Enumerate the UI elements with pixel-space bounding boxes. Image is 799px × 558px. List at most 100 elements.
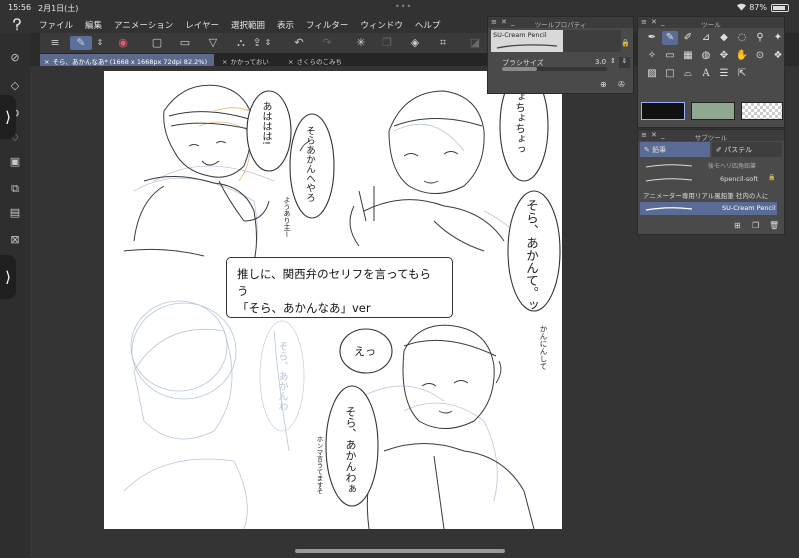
- status-bar: 15:56 2月1日(土) ••• 87%: [0, 0, 799, 16]
- menu-view[interactable]: 表示: [277, 19, 294, 31]
- menu-file[interactable]: ファイル: [39, 19, 73, 31]
- edit-mode-icon[interactable]: ✎: [70, 36, 92, 50]
- subtool-tab-pastel[interactable]: ✐ パステル: [712, 142, 782, 157]
- main-color-swatch[interactable]: [641, 102, 685, 120]
- magic-wand-tool-icon[interactable]: ✦: [770, 31, 786, 45]
- record-icon[interactable]: ◉: [116, 36, 130, 50]
- tool-panel: ≡ ✕ _ ツール ✒ ✎ ✐ ⊿ ◆ ◌ ⚲ ✦ ✧ ▭ ▦ ◍ ✥ ✋ ⊙ …: [637, 16, 785, 128]
- delete-subtool-icon[interactable]: 🗑: [769, 221, 779, 230]
- expand-left-panel-2-icon[interactable]: ⟩: [0, 255, 16, 299]
- subtool-item-selected[interactable]: SU-Cream Pencil: [640, 202, 777, 215]
- mode-chevron-icon[interactable]: ⇕: [96, 36, 104, 50]
- menu-window[interactable]: ウィンドウ: [360, 19, 403, 31]
- new-file-icon[interactable]: ▢: [150, 36, 164, 50]
- undo-icon[interactable]: ↶: [292, 36, 306, 50]
- wifi-icon: [736, 2, 747, 13]
- download-icon[interactable]: ⇓: [619, 57, 630, 68]
- small-note-text: ホンマ言うてますそ: [315, 436, 323, 495]
- ruler-tool-icon[interactable]: ⌓: [680, 67, 696, 81]
- menu-selection[interactable]: 選択範囲: [231, 19, 265, 31]
- spinner-icon[interactable]: ✳: [354, 36, 368, 50]
- brush-preview-extension: [563, 30, 621, 52]
- material-icon[interactable]: ⧉: [7, 181, 23, 197]
- crop-icon[interactable]: ⌗: [436, 36, 450, 50]
- lock-icon[interactable]: 🔒: [621, 39, 630, 47]
- subtool-item-label: 6pencil-soft: [720, 175, 758, 183]
- subtool-item[interactable]: アニメーター専用リアル風鉛筆 社内の人に: [640, 188, 777, 201]
- close-panel-icon[interactable]: ⊠: [7, 232, 23, 248]
- stroke-preview: [645, 207, 693, 211]
- home-indicator[interactable]: [295, 549, 505, 553]
- cloud-save-icon[interactable]: ⛬: [234, 36, 248, 50]
- app-window: 15:56 2月1日(土) ••• 87% ファイル 編集 アニメーション レイ…: [0, 0, 799, 558]
- bubble-text-sora-top: そらあかんへやろ: [304, 126, 315, 202]
- open-folder-icon[interactable]: ▭: [178, 36, 192, 50]
- move-tool-icon[interactable]: ✥: [716, 49, 732, 63]
- eyedropper-tool-icon[interactable]: ⚲: [752, 31, 768, 45]
- copy-subtool-icon[interactable]: ❐: [752, 221, 759, 230]
- menu-help[interactable]: ヘルプ: [415, 19, 441, 31]
- grid-tool-icon[interactable]: ▦: [680, 49, 696, 63]
- property-icon[interactable]: ▤: [7, 205, 23, 221]
- sub-color-swatch[interactable]: [691, 102, 735, 120]
- eraser-tool-icon[interactable]: ◆: [716, 31, 732, 45]
- airbrush-tool-icon[interactable]: ⊿: [698, 31, 714, 45]
- tab-current-document[interactable]: × そら、あかんなあ* (1668 x 1668px 72dpi 82.2%): [40, 54, 214, 66]
- correction-tool-icon[interactable]: ⇱: [734, 67, 750, 81]
- transparent-color-swatch[interactable]: [741, 102, 783, 120]
- brush-size-stepper-icon[interactable]: ⇕: [610, 57, 616, 65]
- subtool-item-label: アニメーター専用リアル風鉛筆 社内の人に: [643, 192, 769, 200]
- side-note-text: ようあり主ー: [283, 196, 291, 238]
- pattern-tool-icon[interactable]: ❖: [770, 49, 786, 63]
- tab-close-icon[interactable]: ×: [288, 58, 293, 66]
- lasso-tool-icon[interactable]: ◌: [734, 31, 750, 45]
- menu-layer[interactable]: レイヤー: [185, 19, 219, 31]
- redo-icon[interactable]: ↷: [320, 36, 334, 50]
- save-icon[interactable]: ▽: [206, 36, 220, 50]
- copy-icon[interactable]: ❐: [380, 36, 394, 50]
- tab-document-3[interactable]: × さくらのこみち: [284, 54, 364, 66]
- text-tool-icon[interactable]: A: [698, 67, 714, 81]
- gradient-tool-icon[interactable]: ▨: [644, 67, 660, 81]
- expand-left-panel-icon[interactable]: ⟩: [0, 95, 16, 139]
- drawing-canvas[interactable]: あははは! そらあかんへやろ ようあり主ー ちょちょちょっ そら、あかんて。ッ …: [104, 71, 562, 529]
- menu-filter[interactable]: フィルター: [306, 19, 348, 31]
- fill-icon[interactable]: ◈: [408, 36, 422, 50]
- left-toolbar: ⊘ ◇ ⚙ ♢ ▣ ⧉ ▤ ⊠ ⟩ ⟩: [0, 33, 30, 558]
- pen-tool-icon[interactable]: ✒: [644, 31, 660, 45]
- upload-icon[interactable]: ⇪: [250, 36, 264, 50]
- subtool-item[interactable]: 6pencil-soft 🔒: [640, 173, 777, 186]
- tab-close-icon[interactable]: ×: [222, 58, 227, 66]
- subtool-item[interactable]: 後モヘリ四角鉛筆: [640, 159, 777, 172]
- tab-document-2[interactable]: × かかっておい: [218, 54, 280, 66]
- brush-preview[interactable]: SU-Cream Pencil: [491, 30, 563, 52]
- add-subtool-icon[interactable]: ⊞: [734, 221, 741, 230]
- pastel-tab-icon: ✐: [716, 146, 725, 154]
- hamburger-menu-icon[interactable]: ≡: [48, 36, 62, 50]
- brush-size-slider-fill: [502, 67, 537, 71]
- select-tool-icon[interactable]: ▭: [662, 49, 678, 63]
- brush-tool-icon[interactable]: ✐: [680, 31, 696, 45]
- tab-close-icon[interactable]: ×: [44, 58, 49, 66]
- hand-tool-icon[interactable]: ✋: [734, 49, 750, 63]
- transform-icon[interactable]: ◪: [468, 36, 482, 50]
- menu-edit[interactable]: 編集: [85, 19, 102, 31]
- subtool-tab-pencil[interactable]: ✎ 鉛筆: [640, 142, 710, 157]
- layer-icon[interactable]: ◇: [7, 78, 23, 94]
- zoom-tool-icon[interactable]: ⊙: [752, 49, 768, 63]
- menu-animation[interactable]: アニメーション: [114, 19, 173, 31]
- pencil-tool-icon[interactable]: ✎: [662, 31, 678, 45]
- balloon-tool-icon[interactable]: ☰: [716, 67, 732, 81]
- multitask-dots[interactable]: •••: [395, 2, 412, 11]
- brush-size-slider[interactable]: [502, 67, 607, 71]
- blend-tool-icon[interactable]: ✧: [644, 49, 660, 63]
- app-logo-icon[interactable]: [10, 17, 24, 31]
- wrench-icon[interactable]: ✇: [618, 80, 625, 89]
- panel-icon[interactable]: ▣: [7, 154, 23, 170]
- navigator-icon[interactable]: ⊘: [7, 50, 23, 66]
- save-chevron-icon[interactable]: ⇕: [264, 36, 272, 50]
- fill-tool-icon[interactable]: ◍: [698, 49, 714, 63]
- rectangle-tool-icon[interactable]: □: [662, 67, 678, 81]
- caption-box: 推しに、関西弁のセリフを言ってもらう 「そら、あかんなあ」ver: [226, 257, 453, 318]
- add-icon[interactable]: ⊕: [600, 80, 607, 89]
